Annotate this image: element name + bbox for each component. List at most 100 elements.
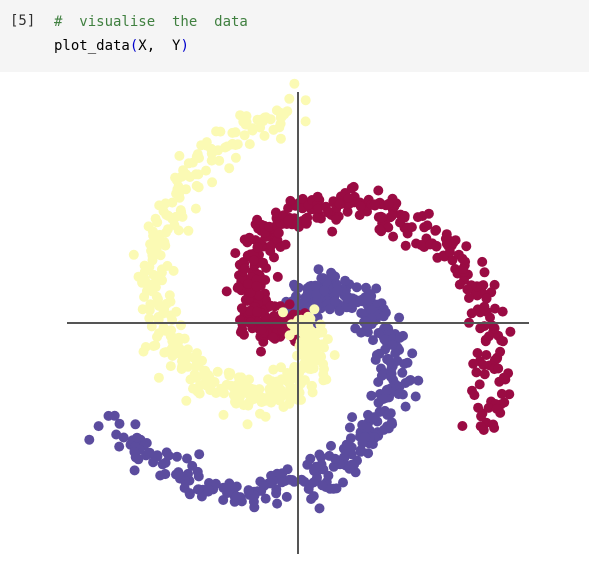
class-2-point [284,330,295,341]
class-0-point [243,485,254,496]
class-1-point [430,225,441,236]
class-1-point [468,358,479,369]
class-0-point [369,412,380,423]
class-1-point [252,306,263,317]
class-1-point [331,214,342,225]
class-1-point [493,363,504,374]
class-0-point [103,410,114,421]
class-2-point [206,155,217,166]
class-1-point [483,331,494,342]
class-2-point [244,139,255,150]
code-function-name: plot_data [54,38,130,54]
class-2-point [226,139,237,150]
class-1-point [283,215,294,226]
class-1-point [239,263,250,274]
class-1-point [373,185,384,196]
class-0-point [281,491,292,502]
class-2-point [261,112,271,123]
class-2-point [189,369,200,380]
class-1-point [239,329,249,340]
class-2-point [321,374,332,385]
class-2-point [155,274,166,285]
class-2-point [174,150,185,161]
class-1-point [457,421,468,431]
class-0-point [155,470,166,481]
class-2-point [207,177,218,188]
code-cell[interactable]: [5] # visualise the data plot_data(X, Y) [0,0,589,72]
cell-output [0,72,589,587]
class-1-point [301,216,312,227]
class-2-point [300,95,311,106]
class-1-point [251,281,262,292]
class-1-point [458,263,468,274]
class-2-point [306,381,317,392]
class-0-point [271,488,282,499]
code-call-line: plot_data(X, Y) [54,37,189,55]
class-0-point [334,306,345,316]
close-paren: ) [180,38,189,54]
class-2-point [173,189,184,200]
class-2-point [279,388,290,399]
class-2-point [230,127,241,138]
class-2-point [182,344,193,355]
code-input-area[interactable] [0,0,589,72]
class-2-point [319,342,329,353]
class-2-point [162,224,173,235]
class-1-point [475,307,486,318]
code-comment-line: # visualise the data [54,14,248,30]
class-0-point [93,421,104,432]
class-2-point [309,304,320,315]
class-0-point [317,480,328,491]
class-2-point [201,380,212,391]
class-2-point [286,319,297,330]
class-1-point [497,306,508,317]
class-0-point [386,417,397,428]
spiral-scatter-plot [67,78,529,554]
class-1-point [423,208,434,219]
class-2-point [144,261,155,272]
class-0-point [400,378,411,388]
class-2-point [264,384,275,395]
class-2-point [278,402,289,412]
class-0-point [363,294,374,305]
class-2-point [140,274,150,285]
class-0-point [306,494,317,504]
class-0-point [326,267,337,278]
class-0-point [313,264,324,275]
class-2-point [268,364,279,375]
class-2-point [159,237,170,248]
code-arguments: X, Y [138,38,181,54]
class-0-point [111,429,122,440]
class-1-point [388,231,399,242]
class-0-point [341,439,352,450]
class-2-point [158,301,169,312]
class-1-point [474,379,485,390]
class-2-point [201,165,211,176]
class-0-point [129,465,140,476]
class-1-point [265,300,276,311]
class-0-point [407,348,418,359]
class-2-point [192,348,202,359]
class-0-point [231,491,242,502]
class-2-point [159,347,170,358]
class-2-point [257,392,268,403]
class-1-point [475,421,486,432]
class-0-point [378,394,389,405]
class-1-point [498,336,508,347]
class-2-point [289,78,300,89]
class-2-point [176,320,186,331]
class-0-point [184,488,195,499]
class-1-point [334,199,345,210]
class-2-point [231,398,242,409]
class-0-point [378,424,389,435]
class-1-point [374,224,385,235]
class-2-point [224,163,235,174]
class-2-point [191,169,201,180]
class-0-point [357,419,368,430]
class-0-point [347,412,358,423]
class-1-point [260,275,271,285]
class-2-point [191,357,202,367]
class-1-point [275,242,286,252]
class-2-point [233,372,244,383]
class-2-point [329,350,340,361]
